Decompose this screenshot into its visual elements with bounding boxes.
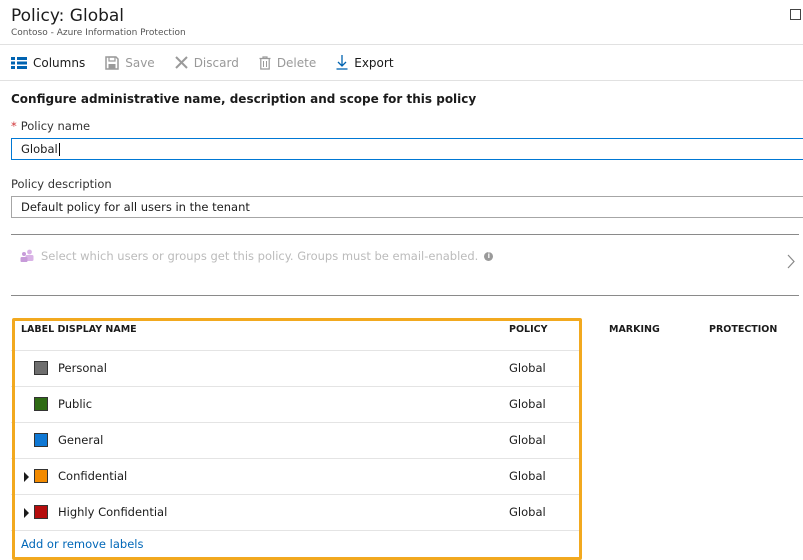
label-policy: Global	[509, 361, 546, 375]
label-policy: Global	[509, 505, 546, 519]
trash-icon	[259, 55, 271, 70]
expand-arrow-icon[interactable]	[24, 472, 29, 482]
label-name: General	[58, 433, 104, 447]
save-icon	[105, 55, 119, 70]
add-remove-labels-link[interactable]: Add or remove labels	[21, 537, 143, 551]
required-marker: *	[11, 119, 17, 133]
table-bottom-divider	[11, 530, 579, 532]
table-row[interactable]: Personal Global	[11, 350, 579, 387]
discard-button[interactable]: Discard	[174, 55, 239, 70]
label-color-swatch	[34, 361, 48, 375]
policy-name-label: * Policy name	[11, 119, 91, 133]
download-icon	[336, 55, 348, 70]
blade-header: Policy: Global Contoso - Azure Informati…	[11, 5, 186, 38]
discard-label: Discard	[193, 55, 239, 70]
label-policy: Global	[509, 469, 546, 483]
column-header-marking[interactable]: MARKING	[609, 324, 660, 335]
label-name: Public	[58, 397, 93, 411]
section-title: Configure administrative name, descripti…	[11, 92, 477, 106]
table-row[interactable]: Confidential Global	[11, 458, 579, 495]
policy-name-input[interactable]: Global	[11, 138, 803, 160]
label-policy: Global	[509, 397, 546, 411]
columns-icon	[11, 56, 27, 69]
delete-label: Delete	[276, 55, 317, 70]
policy-description-label: Policy description	[11, 177, 112, 191]
close-icon	[174, 56, 188, 69]
label-name: Personal	[58, 361, 107, 375]
label-color-swatch	[34, 505, 48, 519]
save-label: Save	[125, 55, 155, 70]
column-header-protection[interactable]: PROTECTION	[709, 324, 777, 335]
columns-button[interactable]: Columns	[11, 56, 85, 70]
label-policy: Global	[509, 433, 546, 447]
scope-text: Select which users or groups get this po…	[41, 249, 494, 263]
chevron-right-icon	[787, 254, 795, 273]
command-bar: Columns Save Discard Delete Export	[0, 44, 803, 81]
label-color-swatch	[34, 397, 48, 411]
policy-description-input[interactable]: Default policy for all users in the tena…	[11, 196, 803, 218]
page-title: Policy: Global	[11, 6, 125, 26]
scope-selector[interactable]: Select which users or groups get this po…	[11, 234, 799, 296]
table-row[interactable]: Highly Confidential Global	[11, 494, 579, 531]
users-icon	[20, 247, 34, 266]
save-button[interactable]: Save	[105, 55, 155, 70]
label-name: Highly Confidential	[58, 505, 168, 519]
columns-label: Columns	[33, 55, 86, 70]
text-caret	[58, 143, 60, 156]
table-row[interactable]: Public Global	[11, 386, 579, 423]
label-color-swatch	[34, 433, 48, 447]
delete-button[interactable]: Delete	[259, 56, 316, 70]
maximize-icon[interactable]	[790, 9, 801, 20]
info-icon[interactable]: i	[484, 252, 494, 261]
column-header-policy[interactable]: POLICY	[509, 324, 547, 335]
export-button[interactable]: Export	[336, 55, 394, 70]
label-color-swatch	[34, 469, 48, 483]
page-subtitle: Contoso - Azure Information Protection	[11, 28, 186, 38]
label-name: Confidential	[58, 469, 128, 483]
expand-arrow-icon[interactable]	[24, 508, 29, 518]
column-header-label-display-name[interactable]: LABEL DISPLAY NAME	[21, 324, 137, 335]
table-row[interactable]: General Global	[11, 422, 579, 459]
export-label: Export	[354, 55, 394, 70]
